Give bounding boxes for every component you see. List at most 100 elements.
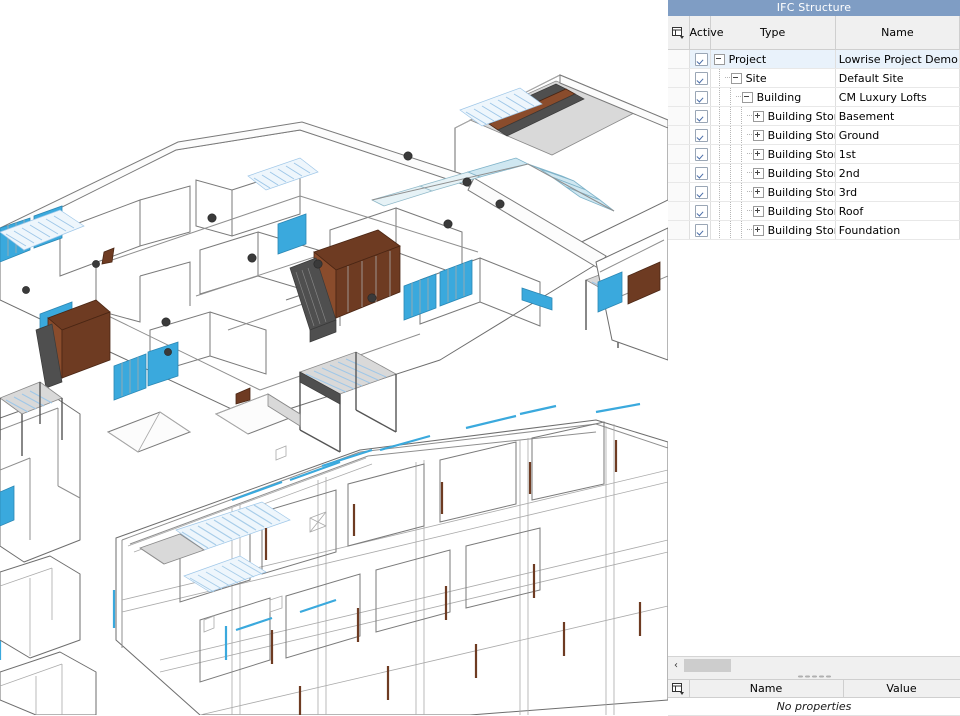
tree-row-name-cell[interactable]: Basement xyxy=(835,106,960,126)
checkbox-checked-icon[interactable] xyxy=(694,166,708,180)
tree-row-gutter xyxy=(668,163,690,183)
tree-row-active-checkbox[interactable] xyxy=(689,68,711,88)
tree-row-type-cell[interactable]: Building Storey xyxy=(710,163,836,183)
tree-row-name-cell[interactable]: Ground xyxy=(835,125,960,145)
tree-row-name-cell[interactable]: Roof xyxy=(835,201,960,221)
tree-row-gutter xyxy=(668,125,690,145)
tree-row[interactable]: Building StoreyGround xyxy=(668,125,960,145)
tree-row-gutter xyxy=(668,106,690,126)
tree-row-type-label: Building Storey xyxy=(767,128,835,142)
properties-column-header-name[interactable]: Name xyxy=(689,679,844,698)
3d-model-viewport[interactable]: .w {fill:#ffffff;stroke:#6e6e6e;stroke-w… xyxy=(0,0,668,715)
collapse-icon[interactable] xyxy=(730,72,742,84)
tree-row-name-cell[interactable]: Foundation xyxy=(835,220,960,240)
properties-column-header-value[interactable]: Value xyxy=(843,679,960,698)
tree-row-active-checkbox[interactable] xyxy=(689,125,711,145)
expand-icon[interactable] xyxy=(752,186,764,198)
tree-indent-guide xyxy=(725,164,736,182)
scroll-left-arrow-icon[interactable]: ‹ xyxy=(668,658,684,673)
tree-indent-guide xyxy=(714,107,725,125)
tree-row-active-checkbox[interactable] xyxy=(689,144,711,164)
tree-row-active-checkbox[interactable] xyxy=(689,182,711,202)
tree-row-type-cell[interactable]: Building Storey xyxy=(710,182,836,202)
tree-row-gutter xyxy=(668,49,690,69)
bim-model-graphic: .w {fill:#ffffff;stroke:#6e6e6e;stroke-w… xyxy=(0,0,668,715)
properties-table: Name Value xyxy=(668,679,960,698)
tree-row-active-checkbox[interactable] xyxy=(689,201,711,221)
tree-row[interactable]: Site Default Site xyxy=(668,68,960,88)
tree-indent-guide xyxy=(714,221,725,239)
tree-header-row: Active Type Name xyxy=(668,16,960,50)
tree-row-gutter xyxy=(668,220,690,240)
tree-row-name-cell[interactable]: 1st xyxy=(835,144,960,164)
tree-row[interactable]: Building StoreyBasement xyxy=(668,106,960,126)
tree-row-type-cell[interactable]: Project xyxy=(710,49,836,69)
tree-row-type-cell[interactable]: Building xyxy=(710,87,836,107)
tree-indent-guide xyxy=(725,107,736,125)
tree-row-gutter xyxy=(668,201,690,221)
tree-indent-guide xyxy=(725,88,736,106)
tree-row[interactable]: Building StoreyRoof xyxy=(668,201,960,221)
tree-indent-guide xyxy=(725,183,736,201)
tree-row-active-checkbox[interactable] xyxy=(689,163,711,183)
tree-row-type-cell[interactable]: Building Storey xyxy=(710,125,836,145)
properties-panel: Name Value No properties xyxy=(668,679,960,716)
tree-indent-guide xyxy=(714,202,725,220)
properties-column-config-button[interactable] xyxy=(668,679,690,698)
tree-row-active-checkbox[interactable] xyxy=(689,106,711,126)
tree-indent-guide xyxy=(714,145,725,163)
tree-indent-guide xyxy=(725,202,736,220)
expand-icon[interactable] xyxy=(752,205,764,217)
tree-row-name-cell[interactable]: Default Site xyxy=(835,68,960,88)
tree-row-type-cell[interactable]: Building Storey xyxy=(710,220,836,240)
tree-row[interactable]: Building Storey3rd xyxy=(668,182,960,202)
scrollbar-thumb[interactable] xyxy=(684,659,731,672)
checkbox-checked-icon[interactable] xyxy=(694,223,708,237)
tree-row-name-cell[interactable]: 3rd xyxy=(835,182,960,202)
tree-row-active-checkbox[interactable] xyxy=(689,49,711,69)
tree-row-type-label: Site xyxy=(745,71,767,85)
collapse-icon[interactable] xyxy=(741,91,753,103)
tree-row-type-label: Building xyxy=(756,90,802,104)
checkbox-checked-icon[interactable] xyxy=(694,128,708,142)
tree-row-name-cell[interactable]: 2nd xyxy=(835,163,960,183)
tree-indent-guide xyxy=(714,126,725,144)
tree-row-type-label: Building Storey xyxy=(767,204,835,218)
tree-row-name-cell[interactable]: Lowrise Project Demo xyxy=(835,49,960,69)
collapse-icon[interactable] xyxy=(713,53,725,65)
tree-row[interactable]: Building Storey1st xyxy=(668,144,960,164)
tree-row-type-cell[interactable]: Site xyxy=(710,68,836,88)
column-config-button[interactable] xyxy=(668,16,690,50)
expand-icon[interactable] xyxy=(752,167,764,179)
tree-indent-guide xyxy=(736,183,747,201)
checkbox-checked-icon[interactable] xyxy=(694,52,708,66)
ifc-structure-tree[interactable]: Active Type Name Project Lowrise Project … xyxy=(668,16,960,656)
tree-indent-guide xyxy=(736,145,747,163)
splitter-grip-icon xyxy=(797,674,831,678)
checkbox-checked-icon[interactable] xyxy=(694,109,708,123)
tree-row-type-cell[interactable]: Building Storey xyxy=(710,106,836,126)
tree-row-type-cell[interactable]: Building Storey xyxy=(710,144,836,164)
tree-row-active-checkbox[interactable] xyxy=(689,87,711,107)
tree-row[interactable]: Building Storey2nd xyxy=(668,163,960,183)
column-header-active[interactable]: Active xyxy=(689,16,724,50)
checkbox-checked-icon[interactable] xyxy=(694,204,708,218)
tree-row[interactable]: Building CM Luxury Lofts xyxy=(668,87,960,107)
checkbox-checked-icon[interactable] xyxy=(694,71,708,85)
expand-icon[interactable] xyxy=(752,110,764,122)
expand-icon[interactable] xyxy=(752,129,764,141)
tree-row[interactable]: Building StoreyFoundation xyxy=(668,220,960,240)
expand-icon[interactable] xyxy=(752,224,764,236)
checkbox-checked-icon[interactable] xyxy=(694,147,708,161)
tree-body: Project Lowrise Project Demo Site Default S… xyxy=(668,49,960,240)
tree-row-name-cell[interactable]: CM Luxury Lofts xyxy=(835,87,960,107)
expand-icon[interactable] xyxy=(752,148,764,160)
column-header-type[interactable]: Type xyxy=(710,16,836,50)
scrollbar-track[interactable] xyxy=(684,658,960,673)
checkbox-checked-icon[interactable] xyxy=(694,90,708,104)
tree-row[interactable]: Project Lowrise Project Demo xyxy=(668,49,960,69)
checkbox-checked-icon[interactable] xyxy=(694,185,708,199)
column-header-name[interactable]: Name xyxy=(835,16,960,50)
tree-row-type-cell[interactable]: Building Storey xyxy=(710,201,836,221)
tree-row-active-checkbox[interactable] xyxy=(689,220,711,240)
